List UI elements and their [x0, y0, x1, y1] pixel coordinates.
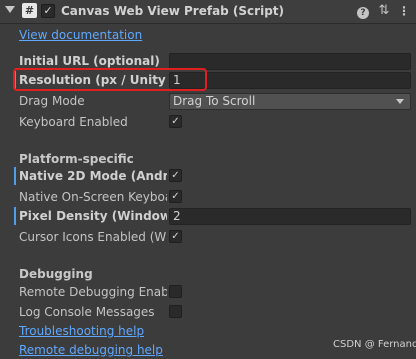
override-indicator: [14, 167, 16, 185]
script-icon: #: [22, 3, 37, 18]
resolution-highlight-box: [13, 68, 207, 91]
native-2d-mode-label: Native 2D Mode (Android: [19, 169, 167, 183]
pixel-density-label: Pixel Density (Windows a: [19, 209, 167, 223]
native-keyboard-label: Native On-Screen Keyboa: [19, 190, 167, 204]
override-indicator: [14, 207, 16, 225]
foldout-arrow-icon[interactable]: [5, 6, 15, 13]
chevron-down-icon: [396, 99, 404, 104]
cursor-icons-label: Cursor Icons Enabled (Win: [19, 230, 167, 244]
context-menu-icon[interactable]: ⋮: [396, 3, 412, 19]
remote-debugging-label: Remote Debugging Enable: [19, 285, 167, 299]
component-enabled-checkbox[interactable]: ✓: [41, 4, 55, 18]
debugging-heading: Debugging: [19, 267, 93, 281]
remote-debugging-checkbox[interactable]: [169, 285, 182, 298]
platform-specific-heading: Platform-specific: [19, 152, 134, 166]
pixel-density-input[interactable]: 2: [169, 208, 411, 225]
drag-mode-label: Drag Mode: [19, 94, 85, 108]
native-2d-mode-checkbox[interactable]: ✓: [169, 169, 182, 182]
component-header[interactable]: # ✓ Canvas Web View Prefab (Script) ? ⇅ …: [0, 0, 416, 24]
cursor-icons-checkbox[interactable]: ✓: [169, 230, 182, 243]
watermark: CSDN @ Fernando: [333, 339, 416, 350]
help-icon-glyph: ?: [357, 7, 369, 19]
presets-icon[interactable]: ⇅: [376, 3, 392, 19]
keyboard-enabled-label: Keyboard Enabled: [19, 115, 128, 129]
view-documentation-link[interactable]: View documentation: [19, 26, 142, 44]
log-console-checkbox[interactable]: [169, 305, 182, 318]
drag-mode-value: Drag To Scroll: [173, 94, 256, 108]
troubleshooting-help-link[interactable]: Troubleshooting help: [19, 322, 144, 340]
drag-mode-dropdown[interactable]: Drag To Scroll: [169, 93, 411, 110]
remote-debugging-help-link[interactable]: Remote debugging help: [19, 341, 163, 359]
help-icon[interactable]: ?: [355, 3, 371, 19]
initial-url-input[interactable]: [169, 53, 411, 70]
keyboard-enabled-checkbox[interactable]: ✓: [169, 115, 182, 128]
log-console-label: Log Console Messages: [19, 305, 155, 319]
native-keyboard-checkbox[interactable]: ✓: [169, 190, 182, 203]
component-title: Canvas Web View Prefab (Script): [61, 4, 285, 18]
